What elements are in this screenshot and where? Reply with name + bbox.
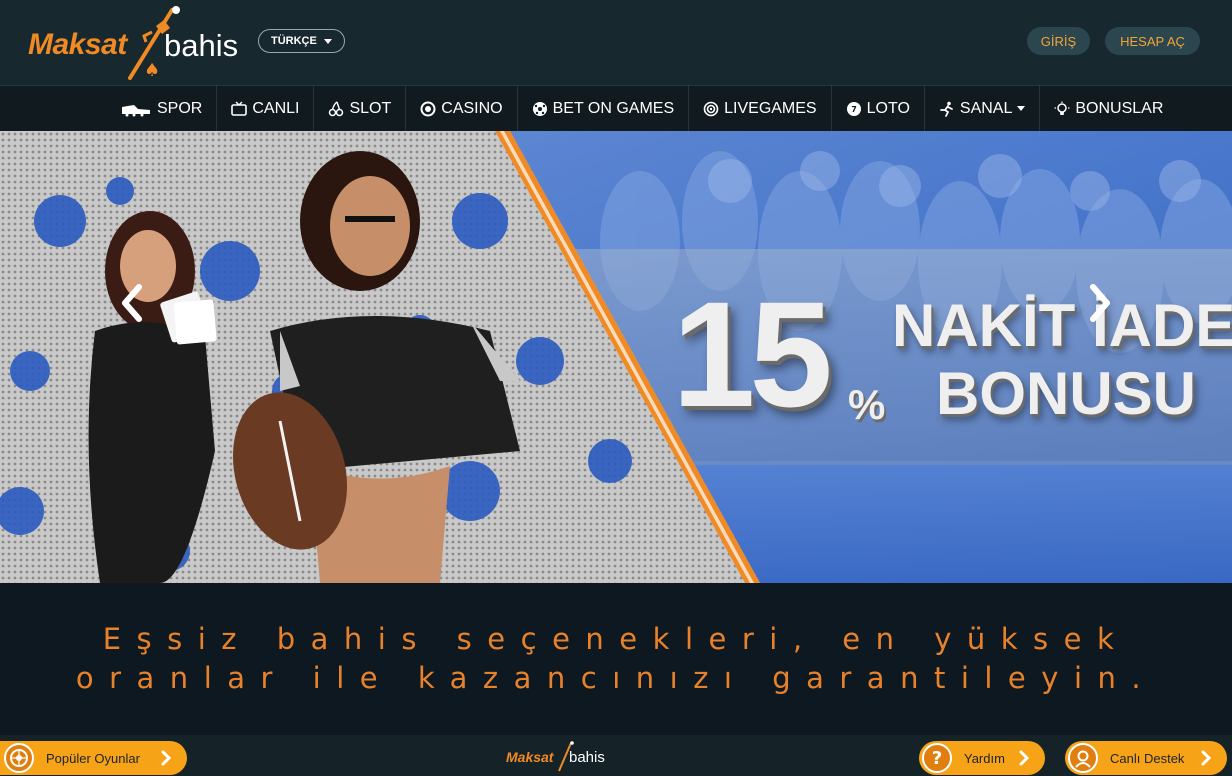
- svg-text:♠: ♠: [144, 60, 160, 80]
- login-button[interactable]: GİRİŞ: [1027, 27, 1090, 55]
- footer-logo-maksat: Maksat: [506, 749, 554, 765]
- promo-title-line1: NAKİT İADE: [892, 292, 1232, 359]
- language-selector[interactable]: TÜRKÇE: [258, 29, 345, 53]
- chevron-right-icon: [1201, 750, 1212, 766]
- tv-icon: [231, 101, 248, 117]
- language-label: TÜRKÇE: [271, 35, 317, 47]
- nav-label: LIVEGAMES: [724, 99, 817, 117]
- nav-label: SANAL: [959, 99, 1013, 117]
- nav-item-sanal[interactable]: SANAL: [925, 86, 1041, 131]
- nav-item-bonuslar[interactable]: BONUSLAR: [1040, 86, 1177, 131]
- popular-games-label: Popüler Oyunlar: [46, 750, 140, 766]
- cherries-icon: [328, 100, 344, 117]
- header-bar: Maksat ♠ bahis TÜRKÇE GİRİŞ HESAP AÇ: [0, 0, 1232, 86]
- game-ball-icon: [532, 101, 548, 117]
- slogan-line2: oranlar ile kazancınızı garantileyin.: [75, 661, 1157, 695]
- nav-label: LOTO: [866, 99, 910, 117]
- logo-text-bahis: bahis: [164, 28, 239, 63]
- chevron-down-icon: [1017, 106, 1026, 111]
- slider-prev-arrow-icon[interactable]: [117, 283, 147, 323]
- promo-percent-value: 15: [672, 270, 833, 438]
- svg-text:7: 7: [851, 105, 857, 114]
- nav-label: CASINO: [441, 99, 503, 117]
- site-logo[interactable]: Maksat ♠ bahis: [28, 6, 248, 80]
- footer-logo: Maksat bahis: [506, 741, 606, 773]
- promo-percent-sign: %: [848, 381, 886, 428]
- nav-item-slot[interactable]: SLOT: [314, 86, 407, 131]
- logo-text-maksat: Maksat: [28, 28, 127, 61]
- footer-bar: Popüler Oyunlar Maksat bahis ? Yardım Ca…: [0, 735, 1232, 776]
- nav-label: BET ON GAMES: [552, 99, 675, 117]
- nav-item-loto[interactable]: 7 LOTO: [832, 86, 925, 131]
- nav-item-livegames[interactable]: LIVEGAMES: [689, 86, 832, 131]
- nav-list: SPOR CANLI SLOT CASINO BET ON GAMES LIVE…: [106, 86, 1177, 131]
- chevron-right-icon: [1019, 750, 1030, 766]
- help-button[interactable]: ? Yardım: [919, 741, 1045, 775]
- slogan-line1: Eşsiz bahis seçenekleri, en yüksek: [102, 622, 1130, 656]
- nav-item-spor[interactable]: SPOR: [106, 86, 218, 131]
- chevron-right-icon: [161, 750, 172, 766]
- football-boot-icon: [120, 101, 152, 117]
- support-agent-icon: [1068, 743, 1098, 773]
- nav-label: CANLI: [252, 99, 300, 117]
- promo-slider[interactable]: 15 % NAKİT İADE BONUSU: [0, 131, 1232, 583]
- nav-label: SPOR: [157, 99, 203, 117]
- lottery-ball-icon: 7: [846, 101, 862, 117]
- nav-label: BONUSLAR: [1075, 99, 1164, 117]
- lightbulb-icon: [1054, 101, 1070, 117]
- promo-title-line2: BONUSU: [936, 360, 1197, 427]
- roulette-icon: [4, 743, 34, 773]
- live-support-label: Canlı Destek: [1110, 750, 1185, 766]
- popular-games-button[interactable]: Popüler Oyunlar: [0, 741, 187, 775]
- footer-logo-bahis: bahis: [569, 749, 605, 766]
- casino-chip-icon: [420, 101, 436, 117]
- nav-item-casino[interactable]: CASINO: [406, 86, 518, 131]
- help-label: Yardım: [964, 750, 1005, 766]
- nav-item-bet-on-games[interactable]: BET ON GAMES: [518, 86, 690, 131]
- running-man-icon: [939, 101, 955, 117]
- nav-item-canli[interactable]: CANLI: [217, 86, 315, 131]
- slider-next-arrow-icon[interactable]: [1085, 283, 1115, 323]
- live-support-button[interactable]: Canlı Destek: [1065, 741, 1227, 775]
- live-target-icon: [703, 101, 719, 117]
- page: Maksat ♠ bahis TÜRKÇE GİRİŞ HESAP AÇ SPO…: [0, 0, 1232, 776]
- question-icon: ?: [922, 743, 952, 773]
- nav-label: SLOT: [349, 99, 392, 117]
- chevron-down-icon: [323, 38, 332, 44]
- register-button[interactable]: HESAP AÇ: [1105, 27, 1200, 55]
- slogan-section: Eşsiz bahis seçenekleri, en yüksek oranl…: [0, 583, 1232, 735]
- main-navigation: SPOR CANLI SLOT CASINO BET ON GAMES LIVE…: [0, 86, 1232, 131]
